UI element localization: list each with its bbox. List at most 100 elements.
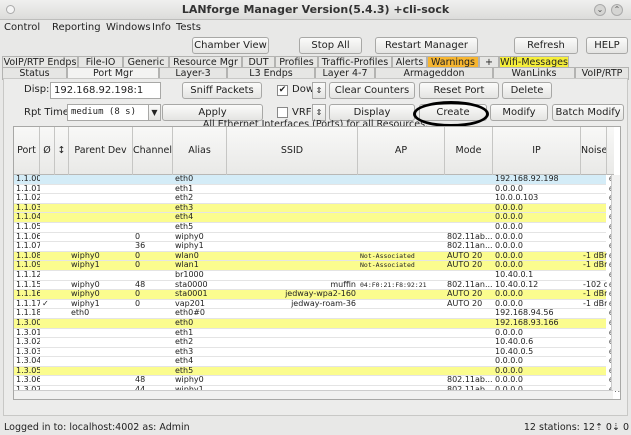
cell-noise xyxy=(581,271,607,281)
col-noise[interactable]: Noise xyxy=(581,127,607,175)
table-row[interactable]: 1.1.09 wiphy1 0 wlan1 Not-Associated AUTO 20 0… xyxy=(14,261,620,271)
cell-ip: 192.168.92.198 xyxy=(495,175,559,183)
down-spinner-icon[interactable]: ⇕ xyxy=(312,82,326,99)
table-row[interactable]: 1.3.04eth40.0.0.000:30 xyxy=(14,357,620,367)
table-row[interactable]: 1.1.16 wiphy0 0 sta0001 jedway-wpa2-160 AUTO … xyxy=(14,290,620,300)
table-row[interactable]: 1.1.060wiphy0802.11ab...0.0.0.004:f0 xyxy=(14,232,620,243)
vrf-checkbox[interactable] xyxy=(277,107,288,118)
table-row[interactable]: 1.1.00eth0192.168.92.19800:30 xyxy=(14,175,620,185)
cell-channel: 0 xyxy=(135,232,141,241)
cell-noise xyxy=(581,338,607,348)
cell-channel xyxy=(133,357,173,367)
cell-alias: eth2 xyxy=(175,338,194,347)
menu-control[interactable]: Control xyxy=(4,22,40,33)
cell-ap xyxy=(358,175,445,185)
col-ap[interactable]: AP xyxy=(358,127,445,175)
help-button[interactable]: HELP xyxy=(586,37,628,54)
col-battery[interactable]: ↕ xyxy=(55,127,69,175)
cell-ssid xyxy=(227,204,358,214)
table-row[interactable]: 1.3.01eth10.0.0.000:30 xyxy=(14,328,620,339)
cell-ip: 0.0.0.0 xyxy=(495,242,523,251)
table-row[interactable]: 1.1.18eth0eth0#0192.168.94.5600:30 xyxy=(14,309,620,319)
cell-channel xyxy=(133,329,173,339)
cell-ip: 0.0.0.0 xyxy=(495,328,523,337)
disp-field[interactable]: 192.168.92.198:1 xyxy=(50,82,161,99)
table-row[interactable]: 1.1.04eth40.0.0.000:30 xyxy=(14,213,620,223)
delete-button[interactable]: Delete xyxy=(502,82,552,99)
cell-noise xyxy=(581,329,607,339)
table-row[interactable]: 1.1.08 wiphy0 0 wlan0 Not-Associated AUTO 20 0… xyxy=(14,251,620,262)
cell-channel xyxy=(133,223,173,233)
cell-channel xyxy=(133,204,173,214)
cell-channel: 0 xyxy=(135,251,141,260)
chamber-view-button[interactable]: Chamber View xyxy=(192,37,269,54)
cell-ssid: muffin xyxy=(330,280,356,289)
cell-noise xyxy=(581,367,607,377)
table-row[interactable]: 1.1.0736wiphy1802.11an...0.0.0.004:f0 xyxy=(14,242,620,252)
cell-ap: 04:F0:21:F8:92:21 xyxy=(360,280,427,289)
sniff-packets-button[interactable]: Sniff Packets xyxy=(182,82,262,99)
table-row[interactable]: 1.3.03eth310.40.0.500:30 xyxy=(14,347,620,358)
cell-bat xyxy=(55,357,69,367)
stop-all-button[interactable]: Stop All xyxy=(299,37,362,54)
station-count: 12 stations: 12⇡ 0⇣ 0 xyxy=(523,422,629,433)
col-alias[interactable]: Alias xyxy=(173,127,227,175)
cell-ip: 0.0.0.0 xyxy=(495,376,523,385)
cell-alias: wlan0 xyxy=(175,251,199,260)
col-mac[interactable] xyxy=(607,127,620,175)
cell-mode xyxy=(445,204,493,214)
cell-port: 1.1.01 xyxy=(16,184,40,193)
cell-ap xyxy=(358,290,445,300)
cell-noise xyxy=(581,357,607,367)
cell-noise: -1 dBm xyxy=(583,261,607,270)
col-ssid[interactable]: SSID xyxy=(227,127,358,175)
cell-ssid xyxy=(227,338,358,348)
cell-channel: 0 xyxy=(135,299,141,308)
cell-ap xyxy=(358,271,445,281)
col-phantom[interactable]: Ø xyxy=(40,127,55,175)
col-parent-dev[interactable]: Parent Dev xyxy=(69,127,133,175)
table-row[interactable]: 1.3.0648wiphy0802.11ab...0.0.0.004:f0 xyxy=(14,376,620,387)
cell-ip: 10.40.0.12 xyxy=(495,280,539,289)
col-port[interactable]: Port xyxy=(14,127,40,175)
menu-windows[interactable]: Windows xyxy=(106,22,151,33)
refresh-button[interactable]: Refresh xyxy=(514,37,578,54)
col-ip[interactable]: IP xyxy=(493,127,581,175)
horizontal-scrollbar[interactable] xyxy=(14,390,613,399)
minimize-icon[interactable]: ⌄ xyxy=(594,4,606,16)
cell-bat xyxy=(55,223,69,233)
reset-port-button[interactable]: Reset Port xyxy=(419,82,499,99)
cell-channel xyxy=(133,175,173,185)
clear-counters-button[interactable]: Clear Counters xyxy=(329,82,415,99)
vertical-scrollbar[interactable] xyxy=(611,175,620,391)
table-row[interactable]: 1.3.00eth0192.168.93.16600:30 xyxy=(14,318,620,329)
menu-info[interactable]: Info xyxy=(152,22,171,33)
table-row[interactable]: 1.1.15 wiphy0 48 sta0000 muffin 04:F0:21:F8:9… xyxy=(14,280,620,291)
menu-tests[interactable]: Tests xyxy=(176,22,201,33)
maximize-icon[interactable]: ⌃ xyxy=(611,4,623,16)
table-row[interactable]: 1.3.05eth50.0.0.000:30 xyxy=(14,366,620,377)
cell-mode xyxy=(445,175,493,185)
down-checkbox[interactable]: ✔ xyxy=(277,85,288,96)
col-channel[interactable]: Channel xyxy=(133,127,173,175)
table-row[interactable]: 1.1.12br100010.40.0.100:30 xyxy=(14,270,620,281)
cell-alias: eth3 xyxy=(175,347,194,356)
table-row[interactable]: 1.1.17 ✓ wiphy1 0 vap201 jedway-roam-36 AUTO 2… xyxy=(14,299,620,310)
cell-mode: 802.11ab... xyxy=(447,232,493,241)
table-row[interactable]: 1.1.05eth50.0.0.000:30 xyxy=(14,223,620,233)
table-row[interactable]: 1.1.02eth210.0.0.10300:30 xyxy=(14,194,620,204)
cell-ip: 0.0.0.0 xyxy=(495,299,523,308)
cell-ap xyxy=(358,376,445,386)
cell-ap xyxy=(358,309,445,319)
cell-ip: 10.40.0.1 xyxy=(495,270,534,279)
table-row[interactable]: 1.3.02eth210.40.0.600:30 xyxy=(14,338,620,348)
table-row[interactable]: 1.1.01eth10.0.0.000:30 xyxy=(14,184,620,195)
cell-parent xyxy=(69,233,133,243)
menu-reporting[interactable]: Reporting xyxy=(52,22,101,33)
restart-manager-button[interactable]: Restart Manager xyxy=(375,37,478,54)
col-mode[interactable]: Mode xyxy=(445,127,493,175)
table-row[interactable]: 1.1.03eth30.0.0.000:30 xyxy=(14,203,620,214)
cell-sel xyxy=(40,329,55,339)
cell-ssid xyxy=(227,271,358,281)
cell-parent xyxy=(69,213,133,223)
